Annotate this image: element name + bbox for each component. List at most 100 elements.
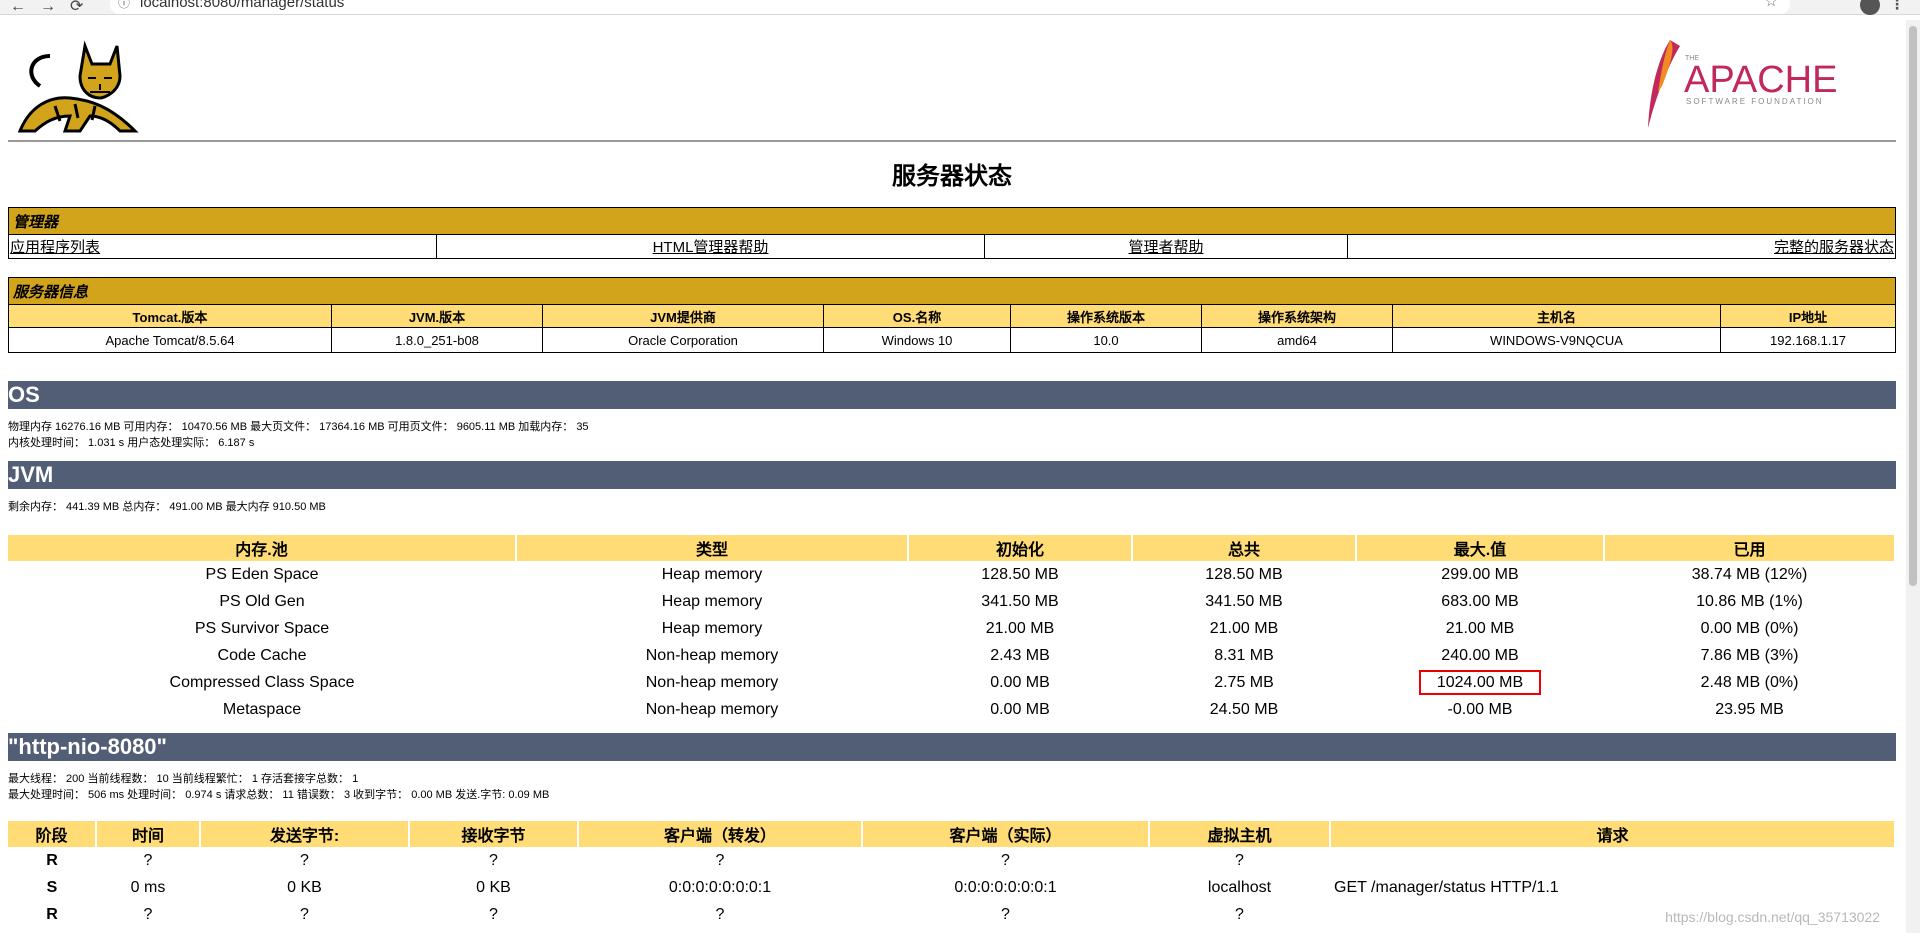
pool-name: Metaspace [222,700,302,718]
req-sent: ? [300,851,309,869]
req-time: ? [143,905,153,923]
pool-type: Non-heap memory [645,673,779,691]
pool-type: Heap memory [661,565,763,583]
req-recv: ? [489,851,498,869]
pool-total: 21.00 MB [1209,619,1279,637]
server-info-header: JVM.版本 [331,304,543,328]
memory-pool-header: 总共 [1132,535,1357,561]
tomcat-logo[interactable] [10,36,150,136]
server-info-value: 192.168.1.17 [1720,327,1896,353]
server-info-table: 服务器信息 Tomcat.版本 JVM.版本 JVM提供商 OS.名称 操作系统… [8,277,1896,353]
complete-server-status-link[interactable]: 完整的服务器状态 [1774,239,1894,256]
nav-buttons[interactable]: ←→⟳ [10,0,97,16]
apache-logo[interactable]: THE APACHE SOFTWARE FOUNDATION [1640,36,1860,132]
server-info-header: 操作系统版本 [1010,304,1202,328]
req-stage: S [46,878,58,896]
browser-toolbar: ←→⟳ ⓘ localhost:8080/manager/status ☆ ⋮ [0,0,1920,15]
jvm-section-title: JVM [8,461,1896,489]
memory-pool-row: PS Eden Space Heap memory 128.50 MB 128.50 … [8,561,1895,588]
os-info-line: 物理内存 16276.16 MB 可用内存： 10470.56 MB 最大页文件… [8,421,589,433]
pool-init: 2.43 MB [990,646,1050,664]
request-row: S 0 ms 0 KB 0 KB 0:0:0:0:0:0:0:1 0:0:0:0:0:0:… [8,874,1895,901]
pool-init: 21.00 MB [985,619,1055,637]
page-title: 服务器状态 [892,163,1012,190]
bookmark-star-icon[interactable]: ☆ [1765,0,1778,11]
pool-used: 7.86 MB (3%) [1700,646,1799,664]
memory-pool-header: 初始化 [908,535,1133,561]
memory-pool-row: Metaspace Non-heap memory 0.00 MB 24.50 MB -… [8,696,1895,723]
scrollbar-thumb[interactable] [1909,26,1917,586]
memory-pool-header: 内存.池 [8,535,517,561]
request-row: R?????? [8,847,1895,874]
manager-table: 管理器 应用程序列表 HTML管理器帮助 管理者帮助 完整的服务器状态 [8,207,1896,259]
pool-total: 8.31 MB [1214,646,1274,664]
memory-pool-header: 最大.值 [1356,535,1605,561]
server-info-value: amd64 [1201,327,1393,353]
account-icon[interactable] [1860,0,1880,15]
memory-pool-row: PS Old Gen Heap memory 341.50 MB 341.50 MB 6… [8,588,1895,615]
server-info-header: 主机名 [1392,304,1721,328]
address-bar[interactable]: ⓘ localhost:8080/manager/status ☆ [110,0,1790,14]
apache-logo-sub: SOFTWARE FOUNDATION [1686,97,1824,106]
pool-total: 128.50 MB [1205,565,1283,583]
req-stage: R [46,905,58,923]
scrollbar[interactable] [1906,20,1920,933]
connector-section-title: "http-nio-8080" [8,733,1896,761]
pool-used: 23.95 MB [1715,700,1784,718]
pool-total: 24.50 MB [1209,700,1279,718]
request-header: 请求 [1330,821,1896,847]
pool-init: 341.50 MB [981,592,1059,610]
info-icon[interactable]: ⓘ [118,0,130,12]
pool-used: 0.00 MB (0%) [1700,619,1799,637]
request-header: 接收字节 [409,821,579,847]
header-logos: THE APACHE SOFTWARE FOUNDATION [8,22,1896,142]
req-client-fwd: 0:0:0:0:0:0:0:1 [668,878,772,896]
req-request: GET /manager/status HTTP/1.1 [1334,878,1559,896]
pool-type: Non-heap memory [645,700,779,718]
html-manager-help-link[interactable]: HTML管理器帮助 [653,239,769,256]
app-list-link[interactable]: 应用程序列表 [10,239,100,256]
req-client-fwd: ? [715,851,725,869]
manager-help-link[interactable]: 管理者帮助 [1128,239,1203,256]
pool-used: 2.48 MB (0%) [1700,673,1799,691]
pool-name: Code Cache [217,646,307,664]
req-stage: R [46,851,58,869]
request-header: 时间 [96,821,201,847]
request-header: 客户端（实际） [862,821,1150,847]
req-recv: 0 KB [476,878,511,896]
server-info-value: Windows 10 [823,327,1011,353]
req-vhost: localhost [1207,878,1272,896]
memory-pool-row: Code Cache Non-heap memory 2.43 MB 8.31 MB 2… [8,642,1895,669]
req-client-real: 0:0:0:0:0:0:0:1 [954,878,1057,896]
server-info-header: JVM提供商 [542,304,824,328]
server-info-value: Apache Tomcat/8.5.64 [8,327,332,353]
req-client-real: ? [1001,851,1010,869]
request-header: 虚拟主机 [1149,821,1331,847]
memory-pool-row: PS Survivor Space Heap memory 21.00 MB 21.0… [8,615,1895,642]
server-info-header: 操作系统架构 [1201,304,1393,328]
pool-name: Compressed Class Space [169,673,355,691]
pool-name: PS Survivor Space [194,619,330,637]
memory-pool-header: 已用 [1604,535,1896,561]
pool-max: -0.00 MB [1447,700,1513,718]
req-time: ? [143,851,153,869]
pool-type: Heap memory [661,619,763,637]
pool-max: 1024.00 MB [1356,669,1604,696]
manager-title: 管理器 [8,207,1896,235]
pool-max: 299.00 MB [1441,565,1519,583]
req-sent: ? [300,905,309,923]
menu-icon[interactable]: ⋮ [1890,0,1904,13]
pool-total: 2.75 MB [1214,673,1274,691]
server-info-header: OS.名称 [823,304,1011,328]
pool-max: 683.00 MB [1441,592,1519,610]
url-text: localhost:8080/manager/status [140,0,345,11]
pool-used: 10.86 MB (1%) [1696,592,1803,610]
pool-used: 38.74 MB (12%) [1691,565,1808,583]
server-info-value: 1.8.0_251-b08 [331,327,543,353]
pool-type: Heap memory [661,592,763,610]
request-header: 阶段 [8,821,97,847]
pool-init: 0.00 MB [990,700,1050,718]
os-info-line: 内核处理时间： 1.031 s 用户态处理实际： 6.187 s [8,437,255,449]
request-header: 发送字节: [200,821,410,847]
req-client-fwd: ? [715,905,725,923]
